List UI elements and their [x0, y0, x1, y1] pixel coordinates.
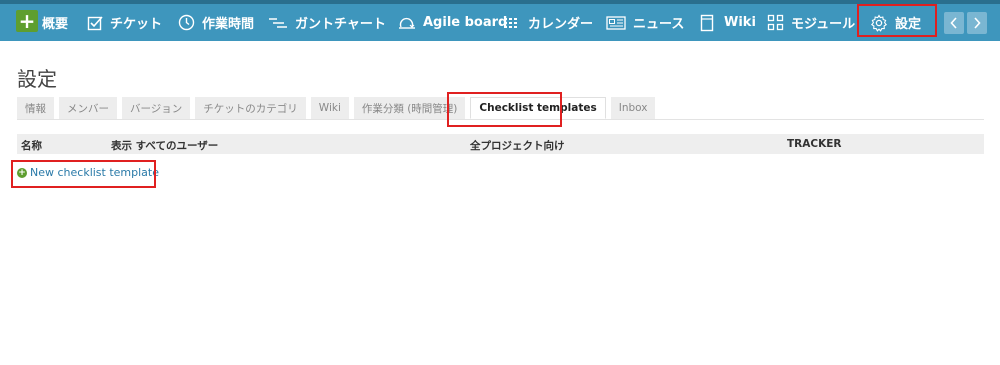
- table-header: 名称 表示 すべてのユーザー 全プロジェクト向け TRACKER: [17, 134, 984, 154]
- nav-tickets-label: チケット: [110, 17, 163, 32]
- nav-time-label: 作業時間: [202, 17, 255, 32]
- tab-versions[interactable]: バージョン: [122, 97, 191, 119]
- nav-time[interactable]: 作業時間: [178, 4, 254, 41]
- tab-inbox[interactable]: Inbox: [610, 97, 656, 119]
- nav-modules-label: モジュール: [791, 17, 856, 32]
- gantt-icon: [269, 17, 287, 28]
- nav-news-label: ニュース: [633, 17, 685, 32]
- tab-issue-categories[interactable]: チケットのカテゴリ: [195, 97, 306, 119]
- nav-settings[interactable]: 設定: [870, 4, 921, 41]
- tabs-divider: [17, 119, 984, 120]
- tab-checklist-templates[interactable]: Checklist templates: [470, 97, 606, 119]
- clock-icon: [178, 14, 195, 31]
- nav-next-button[interactable]: [967, 12, 987, 34]
- calendar-icon: [504, 17, 517, 28]
- add-circle-icon: +: [17, 167, 27, 178]
- nav-prev-button[interactable]: [944, 12, 964, 34]
- newspaper-icon: [606, 15, 626, 30]
- nav-modules[interactable]: モジュール: [767, 4, 855, 41]
- column-all-projects: 全プロジェクト向け: [470, 140, 565, 152]
- nav-calendar[interactable]: カレンダー: [503, 4, 593, 41]
- page-title: 設定: [17, 67, 57, 91]
- nav-wiki[interactable]: Wiki: [700, 4, 756, 41]
- gear-icon: [870, 13, 888, 32]
- nav-agile-label: Agile board: [423, 15, 508, 30]
- agile-cycle-icon: [399, 17, 415, 29]
- top-nav-bar: + 概要 チケット 作業時間 ガントチャート Agile board カレンダー…: [0, 0, 1000, 41]
- tab-members[interactable]: メンバー: [59, 97, 117, 119]
- nav-gantt[interactable]: ガントチャート: [268, 4, 386, 41]
- tab-info[interactable]: 情報: [17, 97, 54, 119]
- column-visible: 表示 すべてのユーザー: [111, 140, 219, 152]
- new-checklist-template-label: New checklist template: [30, 166, 160, 179]
- new-checklist-template-link[interactable]: + New checklist template: [17, 166, 159, 179]
- nav-overview[interactable]: 概要: [42, 4, 68, 41]
- nav-calendar-label: カレンダー: [528, 17, 594, 32]
- modules-grid-icon: [767, 14, 784, 31]
- nav-wiki-label: Wiki: [724, 15, 756, 30]
- chevron-right-icon: [974, 17, 981, 29]
- checkbox-icon: [87, 15, 103, 30]
- nav-news[interactable]: ニュース: [606, 4, 684, 41]
- tab-activities[interactable]: 作業分類 (時間管理): [353, 97, 466, 119]
- column-tracker: TRACKER: [787, 138, 842, 150]
- tab-wiki[interactable]: Wiki: [310, 97, 349, 119]
- document-icon: [700, 14, 714, 31]
- new-plus-button[interactable]: +: [16, 10, 38, 32]
- settings-tabs: 情報 メンバー バージョン チケットのカテゴリ Wiki 作業分類 (時間管理)…: [17, 97, 660, 121]
- column-name: 名称: [21, 140, 42, 152]
- nav-gantt-label: ガントチャート: [295, 17, 386, 32]
- nav-overview-label: 概要: [42, 17, 69, 32]
- nav-agile[interactable]: Agile board: [398, 4, 507, 41]
- chevron-left-icon: [950, 17, 957, 29]
- nav-settings-label: 設定: [895, 17, 922, 32]
- nav-tickets[interactable]: チケット: [87, 4, 162, 41]
